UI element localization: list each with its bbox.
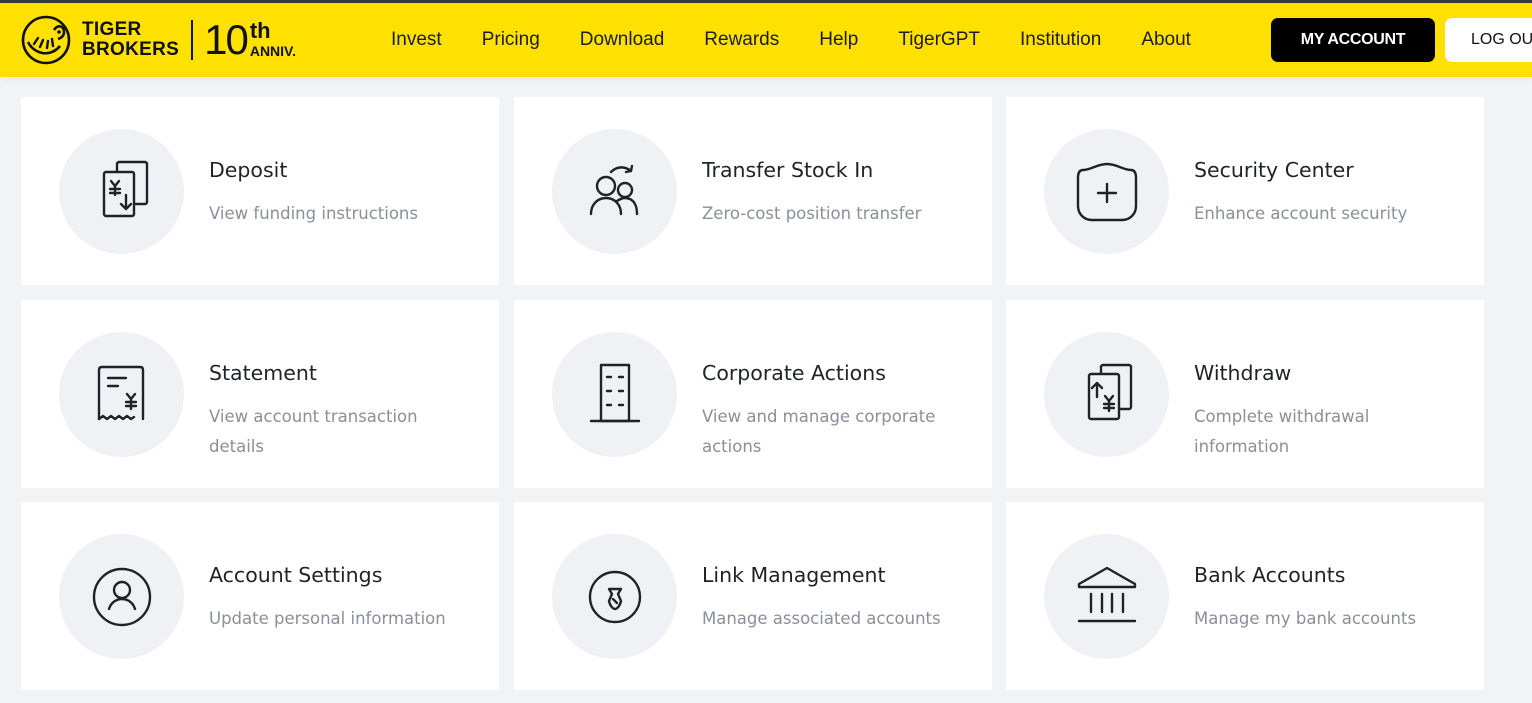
- card-statement[interactable]: Statement View account transaction detai…: [21, 300, 499, 488]
- card-description: Zero-cost position transfer: [702, 204, 922, 223]
- card-title: Bank Accounts: [1194, 563, 1346, 587]
- card-corporate-actions[interactable]: Corporate Actions View and manage corpor…: [514, 300, 992, 488]
- nav-tigergpt[interactable]: TigerGPT: [898, 29, 980, 51]
- card-description: Update personal information: [209, 609, 446, 628]
- card-transfer-stock-in[interactable]: Transfer Stock In Zero-cost position tra…: [514, 97, 992, 285]
- deposit-icon: [59, 129, 184, 254]
- building-icon: [552, 332, 677, 457]
- card-description: Enhance account security: [1194, 204, 1408, 223]
- card-description: View funding instructions: [209, 204, 418, 223]
- withdraw-icon: [1044, 332, 1169, 457]
- card-description: View account transaction details: [209, 407, 418, 456]
- card-link-management[interactable]: Link Management Manage associated accoun…: [514, 502, 992, 690]
- top-navigation-bar: TIGER BROKERS 10 th ANNIV. Invest Pricin…: [0, 3, 1532, 77]
- anniversary-number: 10: [204, 16, 249, 63]
- nav-rewards[interactable]: Rewards: [704, 29, 779, 51]
- card-description: Manage my bank accounts: [1194, 609, 1417, 628]
- card-security-center[interactable]: Security Center Enhance account security: [1006, 97, 1484, 285]
- card-description: Manage associated accounts: [702, 609, 941, 628]
- nav-invest[interactable]: Invest: [391, 29, 442, 51]
- user-circle-icon: [59, 534, 184, 659]
- nav-help[interactable]: Help: [819, 29, 858, 51]
- nav-download[interactable]: Download: [580, 29, 665, 51]
- brand-line-1: TIGER: [82, 19, 142, 40]
- card-title: Deposit: [209, 158, 288, 182]
- tiger-logo-icon: [21, 15, 71, 65]
- nav-pricing[interactable]: Pricing: [482, 29, 540, 51]
- tiger-brokers-logo[interactable]: TIGER BROKERS 10 th ANNIV.: [20, 14, 296, 66]
- nav-about[interactable]: About: [1141, 29, 1191, 51]
- receipt-icon: [59, 332, 184, 457]
- anniversary-badge: 10 th ANNIV.: [204, 16, 296, 63]
- card-withdraw[interactable]: Withdraw Complete withdrawal information: [1006, 300, 1484, 488]
- logo-divider: [191, 20, 194, 60]
- shield-plus-icon: [1044, 129, 1169, 254]
- card-title: Corporate Actions: [702, 361, 886, 385]
- card-title: Transfer Stock In: [702, 158, 874, 182]
- card-description: View and manage corporate actions: [702, 407, 936, 456]
- anniversary-text: ANNIV.: [249, 43, 296, 59]
- transfer-users-icon: [552, 129, 677, 254]
- bank-icon: [1044, 534, 1169, 659]
- brand-name: TIGER BROKERS: [82, 20, 179, 60]
- card-title: Account Settings: [209, 563, 383, 587]
- card-title: Withdraw: [1194, 361, 1292, 385]
- brand-line-2: BROKERS: [82, 39, 180, 60]
- card-title: Link Management: [702, 563, 886, 587]
- main-nav: Invest Pricing Download Rewards Help Tig…: [391, 3, 1231, 77]
- card-bank-accounts[interactable]: Bank Accounts Manage my bank accounts: [1006, 502, 1484, 690]
- link-icon: [552, 534, 677, 659]
- card-title: Security Center: [1194, 158, 1354, 182]
- logout-button[interactable]: LOG OUT: [1445, 18, 1532, 62]
- card-description: Complete withdrawal information: [1194, 407, 1370, 456]
- nav-institution[interactable]: Institution: [1020, 29, 1101, 51]
- card-account-settings[interactable]: Account Settings Update personal informa…: [21, 502, 499, 690]
- anniversary-suffix: th: [249, 18, 271, 43]
- card-title: Statement: [209, 361, 317, 385]
- card-deposit[interactable]: Deposit View funding instructions: [21, 97, 499, 285]
- my-account-button[interactable]: MY ACCOUNT: [1271, 18, 1435, 62]
